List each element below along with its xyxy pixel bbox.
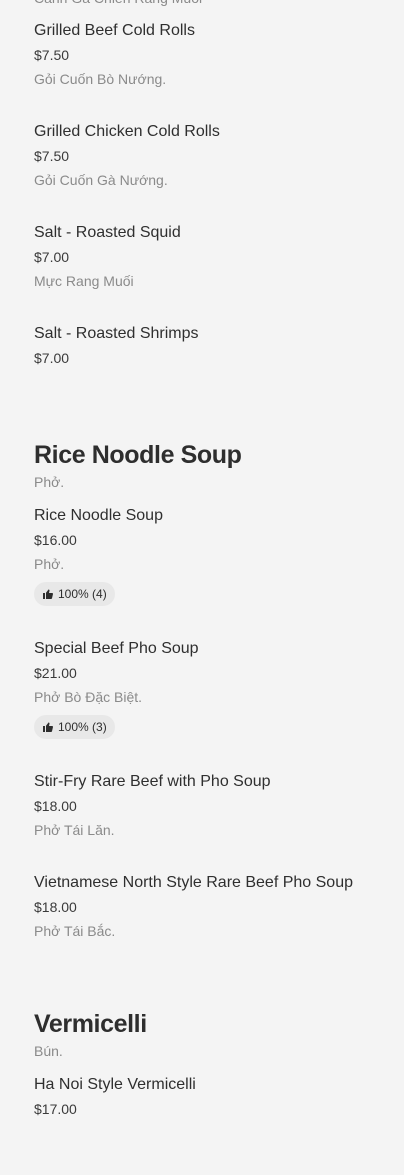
menu-item[interactable]: Rice Noodle Soup $16.00 Phở. 100% (4) — [34, 506, 394, 638]
item-name: Grilled Beef Cold Rolls — [34, 22, 195, 39]
item-name: Stir-Fry Rare Beef with Pho Soup — [34, 773, 271, 790]
item-name: Salt - Roasted Squid — [34, 224, 181, 241]
menu-list: Cánh Gà Chiên Rang Muối Grilled Beef Col… — [34, 0, 394, 1175]
menu-item[interactable]: Grilled Chicken Cold Rolls $7.50 Gỏi Cuố… — [34, 122, 394, 222]
item-description: Mực Rang Muối — [34, 273, 134, 289]
item-price: $17.00 — [34, 1101, 77, 1117]
item-price: $7.50 — [34, 148, 70, 164]
item-name: Salt - Roasted Shrimps — [34, 325, 199, 342]
item-price: $7.00 — [34, 249, 70, 265]
menu-item[interactable]: Stir-Fry Rare Beef with Pho Soup $18.00 … — [34, 772, 394, 872]
item-description: Gỏi Cuốn Bò Nướng. — [34, 71, 167, 87]
rating-badge: 100% (3) — [34, 715, 115, 739]
thumbs-up-icon — [43, 722, 54, 732]
section-title: Vermicelli — [34, 1010, 147, 1038]
menu-item[interactable]: Cánh Gà Chiên Rang Muối — [34, 0, 394, 20]
item-description: Phở Bò Đặc Biệt. — [34, 689, 143, 705]
section-subtitle: Bún. — [34, 1043, 63, 1059]
rating-badge: 100% (4) — [34, 582, 115, 606]
item-price: $18.00 — [34, 899, 77, 915]
item-name: Ha Noi Style Vermicelli — [34, 1076, 196, 1093]
menu-section: Rice Noodle Soup Phở. Rice Noodle Soup $… — [34, 440, 394, 973]
section-subtitle: Phở. — [34, 474, 65, 490]
item-name: Vietnamese North Style Rare Beef Pho Sou… — [34, 874, 353, 891]
item-description: Gỏi Cuốn Gà Nướng. — [34, 172, 168, 188]
rating-text: 100% (3) — [58, 720, 107, 734]
menu-item[interactable]: Salt - Roasted Shrimps $7.00 — [34, 324, 394, 404]
thumbs-up-icon — [43, 589, 54, 599]
item-name: Rice Noodle Soup — [34, 507, 163, 524]
section-title: Rice Noodle Soup — [34, 441, 242, 469]
item-name: Grilled Chicken Cold Rolls — [34, 123, 220, 140]
item-price: $21.00 — [34, 665, 77, 681]
menu-item[interactable]: Ha Noi Style Vermicelli $17.00 — [34, 1075, 394, 1175]
item-description: Phở Tái Bắc. — [34, 923, 116, 939]
item-price: $7.00 — [34, 350, 70, 366]
item-description: Cánh Gà Chiên Rang Muối — [34, 0, 394, 8]
item-description: Phở Tái Lăn. — [34, 822, 115, 838]
rating-text: 100% (4) — [58, 587, 107, 601]
menu-item[interactable]: Grilled Beef Cold Rolls $7.50 Gỏi Cuốn B… — [34, 21, 394, 121]
item-price: $7.50 — [34, 47, 70, 63]
menu-item[interactable]: Special Beef Pho Soup $21.00 Phở Bò Đặc … — [34, 639, 394, 771]
item-name: Special Beef Pho Soup — [34, 640, 199, 657]
item-description: Phở. — [34, 556, 65, 572]
menu-item[interactable]: Salt - Roasted Squid $7.00 Mực Rang Muối — [34, 223, 394, 323]
item-price: $18.00 — [34, 798, 77, 814]
menu-section: Vermicelli Bún. Ha Noi Style Vermicelli … — [34, 1009, 394, 1175]
menu-item[interactable]: Vietnamese North Style Rare Beef Pho Sou… — [34, 873, 394, 973]
item-price: $16.00 — [34, 532, 77, 548]
